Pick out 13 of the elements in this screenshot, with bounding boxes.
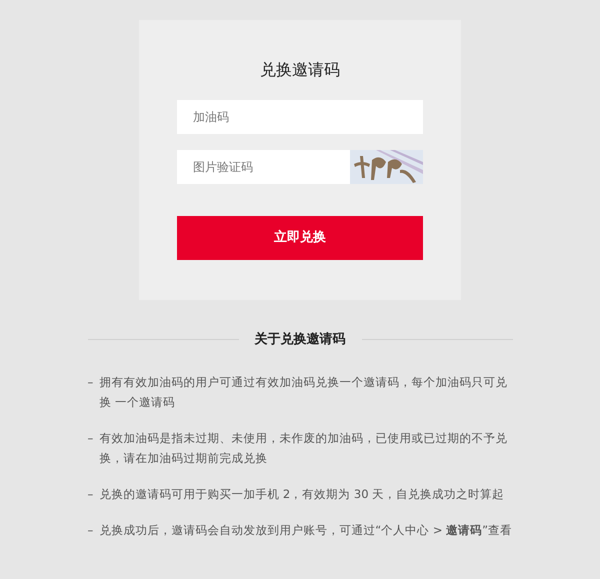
dash-marker: – (88, 430, 94, 446)
rule-text: 兑换的邀请码可用于购买一加手机 2，有效期为 30 天，自兑换成功之时算起 (99, 486, 504, 502)
code-input-field[interactable]: 加油码 (177, 100, 423, 134)
section-heading: 关于兑换邀请码 (254, 330, 346, 349)
dash-marker: – (88, 486, 94, 502)
rule-text: 拥有有效加油码的用户可通过有效加油码兑换一个邀请码，每个加油码只可兑换 一个邀请码 (99, 374, 508, 410)
redeem-button[interactable]: 立即兑换 (177, 216, 423, 260)
dash-marker: – (88, 374, 94, 390)
dash-marker: – (88, 522, 94, 538)
form-title: 兑换邀请码 (260, 60, 340, 80)
captcha-input-field[interactable]: 图片验证码 (177, 150, 350, 184)
rule-text: 兑换成功后，邀请码会自动发放到用户账号，可通过“个人中心 > 邀请码”查看 (99, 522, 512, 538)
rule-text: 有效加油码是指未过期、未使用，未作废的加油码，已使用或已过期的不予兑换，请在加油码过期前完成兑换 (99, 430, 508, 466)
